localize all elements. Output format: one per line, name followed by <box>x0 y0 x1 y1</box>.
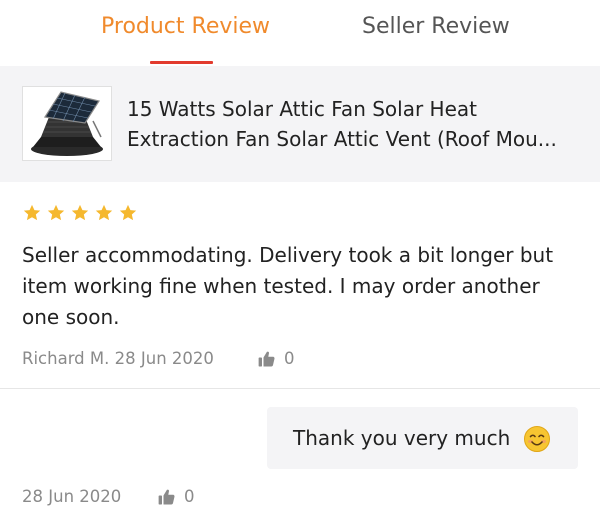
star-icon <box>119 204 137 221</box>
star-icon <box>71 204 89 221</box>
divider <box>0 388 600 389</box>
star-icon <box>95 204 113 221</box>
rating-stars <box>22 203 138 227</box>
seller-reply-bubble: Thank you very much <box>267 407 578 469</box>
reply-like-count: 0 <box>184 487 195 506</box>
review-like-count: 0 <box>284 349 295 368</box>
active-tab-indicator <box>150 61 213 64</box>
thumbs-up-icon <box>158 489 175 505</box>
product-thumbnail[interactable] <box>22 86 112 161</box>
product-title[interactable]: 15 Watts Solar Attic Fan Solar Heat Extr… <box>127 94 577 154</box>
review-tabs: Product Review Seller Review <box>0 0 600 66</box>
star-icon <box>23 204 41 221</box>
seller-reply-date: 28 Jun 2020 <box>22 487 122 506</box>
review-text: Seller accommodating. Delivery took a bi… <box>22 243 554 329</box>
smiling-face-emoji <box>524 426 550 452</box>
product-card[interactable]: 15 Watts Solar Attic Fan Solar Heat Extr… <box>0 66 600 182</box>
tab-seller-review[interactable]: Seller Review <box>362 12 510 42</box>
seller-reply-text: Thank you very much <box>293 426 511 450</box>
star-icon <box>47 204 65 221</box>
solar-attic-fan-image <box>23 87 111 160</box>
review-like-button[interactable]: 0 <box>257 347 295 371</box>
thumbs-up-icon <box>258 351 275 367</box>
review-author-date: Richard M. 28 Jun 2020 <box>22 349 214 368</box>
tab-product-review[interactable]: Product Review <box>101 12 270 42</box>
reply-like-button[interactable]: 0 <box>157 485 195 509</box>
